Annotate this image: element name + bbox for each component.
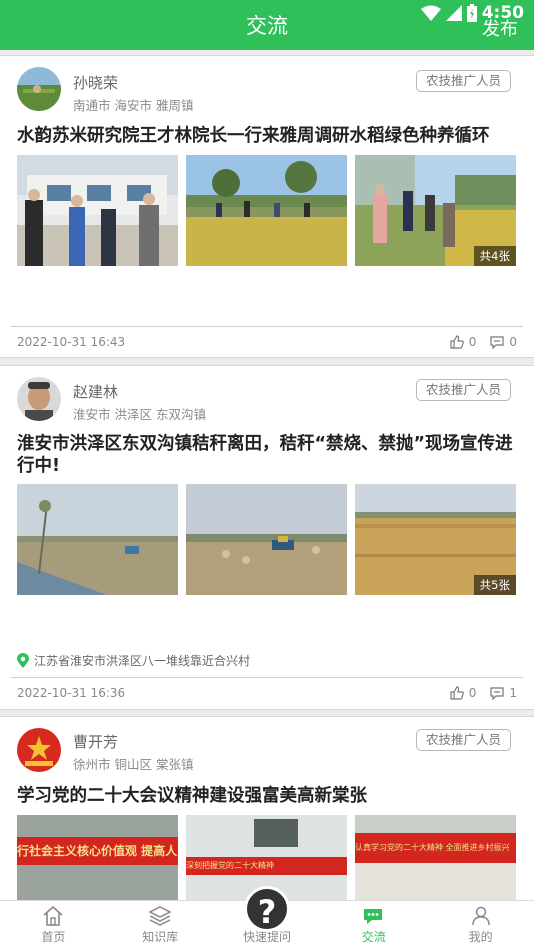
image-count: 共4张: [473, 246, 516, 266]
author-region: 南通市 海安市 雅周镇: [73, 98, 194, 113]
comment-button[interactable]: 1: [490, 686, 517, 700]
comment-count: 1: [509, 686, 517, 700]
thumbs-up-icon: [450, 686, 464, 700]
like-button[interactable]: 0: [450, 686, 477, 700]
post-footer: 2022-10-31 16:43 0 0: [17, 327, 517, 357]
nav-knowledge[interactable]: 知识库: [107, 901, 214, 950]
author-name[interactable]: 曹开芳: [73, 731, 118, 752]
post-image[interactable]: [186, 484, 347, 595]
banner-text: 行社会主义核心价值观 提高人民道德水准: [17, 837, 178, 865]
banner: 行社会主义核心价值观 提高人民道德水准: [17, 815, 178, 900]
post-image[interactable]: 行社会主义核心价值观 提高人民道德水准: [17, 815, 178, 900]
home-icon: [43, 906, 63, 926]
role-badge: 农技推广人员: [415, 379, 511, 401]
like-count: 0: [468, 686, 477, 700]
post-image[interactable]: 认真学习党的二十大精神 全面推进乡村振兴: [355, 815, 516, 900]
post-card[interactable]: 赵建林 淮安市 洪泽区 东双沟镇 农技推广人员 淮安市洪泽区东双沟镇秸秆离田，秸…: [0, 365, 534, 710]
avatar[interactable]: [17, 377, 61, 421]
post-title[interactable]: 水韵苏米研究院王才林院长一行来雅周调研水稻绿色种养循环: [17, 125, 517, 147]
nav-ask[interactable]: ? 快速提问: [214, 886, 321, 950]
comment-count: 0: [509, 335, 517, 349]
image-count: 共5张: [473, 575, 516, 595]
like-button[interactable]: 0: [450, 335, 477, 349]
nav-home[interactable]: 首页: [0, 901, 107, 950]
author-name[interactable]: 赵建林: [73, 381, 118, 402]
banner-text: 深刻把握党的二十大精神: [186, 857, 347, 875]
bottom-nav: 首页 知识库 ? 快速提问 交流 我的: [0, 886, 534, 950]
question-icon[interactable]: ?: [243, 886, 290, 932]
post-footer: 2022-10-31 16:36 0 1: [17, 678, 517, 708]
post-image[interactable]: [186, 155, 347, 266]
nav-exchange[interactable]: 交流: [320, 901, 427, 950]
comment-button[interactable]: 0: [490, 335, 517, 349]
author-region: 徐州市 铜山区 棠张镇: [73, 757, 194, 772]
post-feed[interactable]: 孙晓荣 南通市 海安市 雅周镇 农技推广人员 水韵苏米研究院王才林院长一行来雅周…: [0, 50, 534, 900]
layers-icon: [149, 906, 172, 926]
comment-icon: [490, 686, 504, 700]
nav-label: 知识库: [142, 930, 179, 944]
like-count: 0: [468, 335, 477, 349]
post-card[interactable]: 曹开芳 徐州市 铜山区 棠张镇 农技推广人员 学习党的二十大会议精神建设强富美高…: [0, 716, 534, 900]
post-image[interactable]: [17, 484, 178, 595]
post-image[interactable]: 共4张: [355, 155, 516, 266]
post-card[interactable]: 孙晓荣 南通市 海安市 雅周镇 农技推广人员 水韵苏米研究院王才林院长一行来雅周…: [0, 55, 534, 358]
banner-text: 认真学习党的二十大精神 全面推进乡村振兴: [355, 833, 516, 863]
banner: 认真学习党的二十大精神 全面推进乡村振兴: [355, 815, 516, 900]
publish-button[interactable]: 发布: [482, 15, 518, 41]
nav-mine[interactable]: 我的: [427, 901, 534, 950]
nav-label: 首页: [41, 930, 66, 944]
post-image[interactable]: [17, 155, 178, 266]
comment-icon: [490, 335, 504, 349]
location-pin-icon: [17, 653, 29, 668]
role-badge: 农技推广人员: [415, 729, 511, 751]
app-header: 4:50 交流 发布: [0, 0, 534, 50]
post-title[interactable]: 学习党的二十大会议精神建设强富美高新棠张: [17, 785, 517, 807]
post-location[interactable]: 江苏省淮安市洪泽区八一堆线靠近合兴村: [17, 652, 250, 669]
post-time: 2022-10-31 16:43: [17, 335, 126, 349]
person-icon: [471, 906, 490, 926]
role-badge: 农技推广人员: [415, 70, 511, 92]
location-text: 江苏省淮安市洪泽区八一堆线靠近合兴村: [34, 654, 251, 668]
nav-label: 我的: [468, 930, 493, 944]
chat-icon: [363, 909, 382, 924]
page-title: 交流: [246, 14, 288, 38]
thumbs-up-icon: [450, 335, 464, 349]
nav-label: 交流: [361, 930, 386, 944]
post-image[interactable]: 共5张: [355, 484, 516, 595]
post-time: 2022-10-31 16:36: [17, 686, 126, 700]
avatar[interactable]: [17, 67, 61, 111]
author-region: 淮安市 洪泽区 东双沟镇: [73, 407, 206, 422]
author-name[interactable]: 孙晓荣: [73, 72, 118, 93]
avatar[interactable]: [17, 728, 61, 772]
post-title[interactable]: 淮安市洪泽区东双沟镇秸秆离田，秸秆“禁烧、禁抛”现场宣传进行中!: [17, 433, 517, 477]
